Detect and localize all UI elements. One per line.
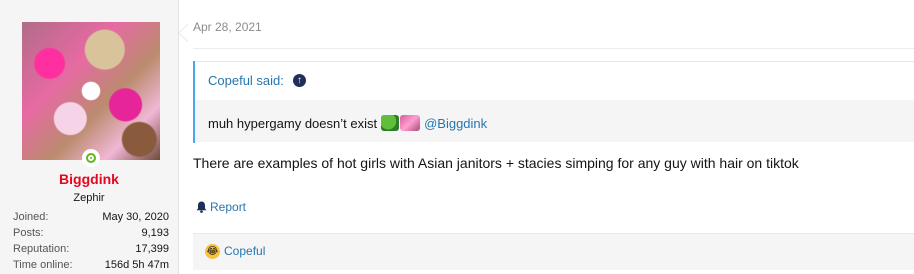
arrow-up-icon[interactable]: ↑ [293,74,306,87]
post-body: There are examples of hot girls with Asi… [193,155,799,171]
stat-joined: Joined: May 30, 2020 [13,209,169,225]
stat-label: Joined: [13,211,49,223]
custom-emoji-icon [400,115,421,131]
stat-label: Time online: [13,259,73,271]
online-status-icon [82,149,100,167]
crying-laughing-emoji-icon: 😂 [205,244,220,259]
bell-icon [196,201,207,213]
speech-arrow [178,24,188,42]
stat-value: 156d 5h 47m [104,259,169,271]
stat-value: May 30, 2020 [102,211,169,223]
quote-text: muh hypergamy doesn’t exist [208,115,378,131]
pepe-emoji-icon [381,115,400,131]
stat-value: 9,193 [141,227,169,239]
avatar[interactable] [22,22,160,160]
quote-block: Copeful said: ↑ muh hypergamy doesn’t ex… [193,61,914,143]
stat-reputation: Reputation: 17,399 [13,241,169,257]
user-stats: Joined: May 30, 2020 Posts: 9,193 Reputa… [13,209,169,273]
divider [193,48,914,49]
post-date[interactable]: Apr 28, 2021 [193,20,262,34]
quote-author-link[interactable]: Copeful said: [208,73,284,88]
user-mention-link[interactable]: @Biggdink [424,116,487,131]
stat-label: Posts: [13,227,44,239]
reactions-bar: 😂 Copeful [193,233,914,270]
stat-value: 17,399 [135,243,169,255]
username[interactable]: Biggdink [0,171,178,187]
user-info-column: Biggdink Zephir Joined: May 30, 2020 Pos… [0,0,179,274]
quote-content: muh hypergamy doesn’t exist @Biggdink [208,115,487,131]
forum-post: Biggdink Zephir Joined: May 30, 2020 Pos… [0,0,914,274]
user-title: Zephir [73,192,105,204]
report-label: Report [210,200,247,214]
stat-posts: Posts: 9,193 [13,225,169,241]
stat-label: Reputation: [13,243,70,255]
quote-header: Copeful said: ↑ [195,61,914,100]
stat-time-online: Time online: 156d 5h 47m [13,257,169,273]
report-button[interactable]: Report [196,200,246,214]
reaction-user-link[interactable]: Copeful [224,244,265,258]
quote-body: muh hypergamy doesn’t exist @Biggdink [195,100,914,142]
